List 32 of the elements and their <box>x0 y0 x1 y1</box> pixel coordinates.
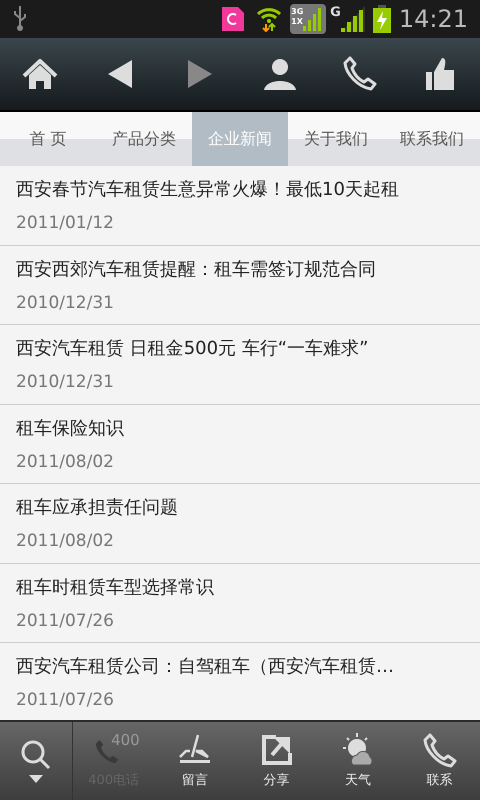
nav-tab[interactable]: 首 页 <box>0 112 96 166</box>
battery-charging-icon <box>372 5 391 33</box>
news-title[interactable]: 租车应承担责任问题 <box>16 496 178 520</box>
usb-icon <box>12 6 28 32</box>
news-date: 2011/07/26 <box>16 610 114 632</box>
nav-tab[interactable]: 关于我们 <box>288 112 384 166</box>
news-date: 2011/01/12 <box>16 212 114 234</box>
news-date: 2010/12/31 <box>16 371 114 393</box>
dropdown-caret-icon <box>29 775 43 783</box>
network-type: G <box>330 4 341 22</box>
bottom-nav-button[interactable]: 天气 <box>317 722 399 800</box>
bottom-nav-button[interactable]: 联系 <box>398 722 480 800</box>
data-signal-badge: 3G 1X <box>290 4 326 34</box>
news-date: 2011/08/02 <box>16 530 114 552</box>
news-title[interactable]: 租车时租赁车型选择常识 <box>16 576 214 600</box>
news-title[interactable]: 西安汽车租赁公司：自驾租车（西安汽车租赁… <box>16 655 394 679</box>
news-title[interactable]: 西安西郊汽车租赁提醒：租车需签订规范合同 <box>16 258 376 282</box>
news-date: 2011/08/02 <box>16 450 114 472</box>
signal-icon <box>340 6 365 32</box>
news-title[interactable]: 西安汽车租赁 日租金500元 车行“一车难求” <box>16 337 368 361</box>
news-title[interactable]: 西安春节汽车租赁生意异常火爆！最低10天起租 <box>16 178 399 202</box>
wifi-icon <box>256 6 282 32</box>
clock: 14:21 <box>398 4 468 35</box>
bottom-nav-button[interactable]: 留言 <box>154 722 236 800</box>
news-title[interactable]: 租车保险知识 <box>16 416 124 440</box>
bottom-nav-button[interactable]: 分享 <box>236 722 318 800</box>
app-notification-icon <box>222 7 244 31</box>
search-icon <box>20 739 52 771</box>
nav-tab[interactable]: 产品分类 <box>96 112 192 166</box>
nav-tab[interactable]: 联系我们 <box>384 112 480 166</box>
news-date: 2010/12/31 <box>16 292 114 314</box>
news-date: 2011/07/26 <box>16 689 114 711</box>
